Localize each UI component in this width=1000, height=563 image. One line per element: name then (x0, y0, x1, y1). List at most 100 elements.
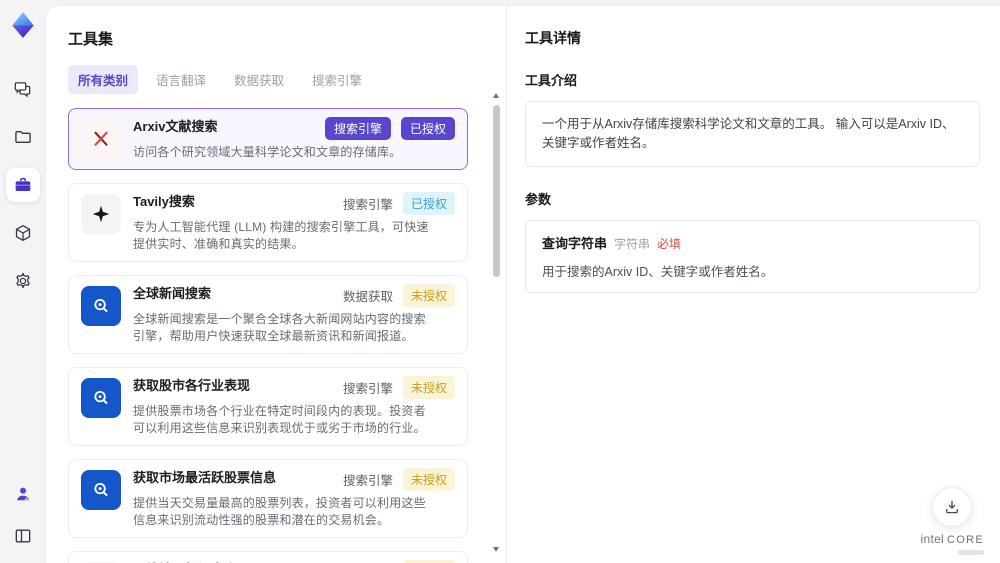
tool-badges: 搜索引擎 已授权 (343, 192, 455, 215)
params-section-label: 参数 (525, 191, 552, 207)
download-icon (943, 498, 961, 516)
auth-badge: 未授权 (402, 284, 455, 307)
detail-title: 工具详情 (525, 30, 581, 46)
tool-badges: 搜索引擎未授权 (343, 468, 455, 491)
param-name: 查询字符串 (542, 235, 608, 251)
tool-description: 访问各个研究领域大量科学论文和文章的存储库。 (133, 145, 402, 159)
tool-card[interactable]: Arxiv文献搜索 搜索引擎 已授权访问各个研究领域大量科学论文和文章的存储库。 (68, 108, 468, 170)
parameter-list: 查询字符串 字符串 必填用于搜索的Arxiv ID、关键字或作者姓名。 (525, 219, 980, 293)
user-icon (13, 484, 33, 504)
tool-name: 获取股市各行业表现 (133, 378, 251, 393)
category-label: 搜索引擎 (342, 198, 393, 212)
tool-name: Arxiv文献搜索 (133, 119, 218, 134)
intel-core-logo: intel CORE (920, 532, 984, 555)
category-label: 搜索引擎 (342, 474, 393, 488)
auth-badge: 未授权 (402, 376, 455, 399)
chat-icon (13, 79, 33, 99)
tab-category-2[interactable]: 数据获取 (224, 65, 294, 94)
tool-list-panel: 工具集 所有类别 语言翻译 数据获取 搜索引擎 Arxiv文献搜索 搜索引擎 已授权 访问各… (46, 6, 506, 563)
auth-badge: 未授权 (402, 468, 455, 491)
cube-icon (13, 223, 33, 243)
tavily-icon (81, 194, 121, 234)
folder-icon (13, 127, 33, 147)
tool-detail-panel: 工具详情 工具介绍 一个用于从Arxiv存储库搜索科学论文和文章的工具。 输入可… (506, 6, 1000, 563)
download-button[interactable] (932, 487, 973, 527)
scroll-down-icon[interactable] (493, 547, 499, 552)
tool-card-body: Tavily搜索 搜索引擎 已授权专为人工智能代理 (LLM) 构建的搜索引擎工具，… (133, 192, 455, 253)
intro-section-label: 工具介绍 (525, 73, 578, 88)
tool-card-header: 全球新闻搜索 数据获取 未授权 (133, 284, 455, 307)
news-icon (81, 470, 121, 510)
list-scrollbar[interactable] (492, 92, 501, 553)
sidebar-item-chat[interactable] (6, 72, 40, 106)
app-logo-icon (8, 10, 38, 40)
brand-core: CORE (947, 534, 984, 546)
panel-icon (13, 526, 33, 546)
tool-description: 提供股票市场各个行业在特定时间段内的表现。投资者可以利用这些信息来识别表现优于或… (133, 404, 426, 435)
main-surface: 工具集 所有类别 语言翻译 数据获取 搜索引擎 Arxiv文献搜索 搜索引擎 已授权 访问各… (46, 6, 1000, 563)
tavily-icon (90, 203, 112, 225)
tab-category-0[interactable]: 所有类别 (68, 65, 139, 94)
category-label: 数据获取 (342, 290, 393, 304)
tool-card[interactable]: 万维地区新闻查询搜索引擎未授权查询具体行政区划内的新闻，快速了解各地新闻动态 (68, 551, 468, 563)
category-badge: 搜索引擎 (324, 117, 391, 140)
arxiv-icon (90, 128, 112, 150)
tool-card[interactable]: 全球新闻搜索 数据获取 未授权全球新闻搜索是一个聚合全球各大新闻网站内容的搜索引擎，… (68, 275, 468, 354)
tool-card-body: 全球新闻搜索 数据获取 未授权全球新闻搜索是一个聚合全球各大新闻网站内容的搜索引擎，… (133, 284, 455, 345)
tool-card[interactable]: 获取市场最活跃股票信息 搜索引擎 未授权提供当天交易量最高的股票列表，投资者可以利用… (68, 459, 468, 538)
category-label: 搜索引擎 (342, 382, 393, 396)
tool-card-header: Arxiv文献搜索 搜索引擎 已授权 (133, 117, 455, 140)
tab-category-1[interactable]: 语言翻译 (146, 65, 216, 94)
tool-badges: 搜索引擎未授权 (343, 376, 455, 399)
sidebar-item-gear[interactable] (6, 264, 40, 298)
tool-card-body: 获取股市各行业表现 搜索引擎 未授权提供股票市场各个行业在特定时间段内的表现。投资者… (133, 376, 455, 437)
tool-badges: 搜索引擎 已授权 (324, 117, 455, 140)
tool-intro-text: 一个用于从Arxiv存储库搜索科学论文和文章的工具。 输入可以是Arxiv ID… (525, 101, 980, 167)
tool-card-header: 获取市场最活跃股票信息 搜索引擎 未授权 (133, 468, 455, 491)
app-window: 工具集 所有类别 语言翻译 数据获取 搜索引擎 Arxiv文献搜索 搜索引擎 已授权 访问各… (0, 0, 1000, 563)
sidebar-item-user[interactable] (6, 477, 40, 511)
news-icon (90, 387, 112, 409)
parameter-item: 查询字符串 字符串 必填用于搜索的Arxiv ID、关键字或作者姓名。 (525, 219, 980, 293)
tab-category-3[interactable]: 搜索引擎 (302, 65, 372, 94)
brand-bar (958, 550, 984, 555)
tool-name: Tavily搜索 (133, 194, 195, 209)
tool-card-body: Arxiv文献搜索 搜索引擎 已授权访问各个研究领域大量科学论文和文章的存储库。 (133, 117, 455, 161)
tool-description: 全球新闻搜索是一个聚合全球各大新闻网站内容的搜索引擎，帮助用户快速获取全球最新资… (133, 312, 426, 343)
news-icon (90, 295, 112, 317)
news-icon (90, 479, 112, 501)
auth-badge: 已授权 (402, 192, 455, 215)
sidebar-item-panel[interactable] (6, 519, 40, 553)
scroll-up-icon[interactable] (493, 93, 499, 98)
sidebar-item-cube[interactable] (6, 216, 40, 250)
param-required-badge: 必填 (657, 236, 682, 251)
brand-intel: intel (920, 532, 945, 546)
param-description: 用于搜索的Arxiv ID、关键字或作者姓名。 (542, 264, 774, 279)
parameter-header: 查询字符串 字符串 必填 (542, 233, 963, 252)
news-icon (81, 378, 121, 418)
briefcase-icon (13, 175, 33, 195)
scrollbar-thumb[interactable] (493, 105, 500, 277)
tool-name: 获取市场最活跃股票信息 (133, 470, 277, 485)
sidebar-item-briefcase[interactable] (6, 168, 40, 202)
tool-card[interactable]: 获取股市各行业表现 搜索引擎 未授权提供股票市场各个行业在特定时间段内的表现。投资者… (68, 367, 468, 446)
auth-badge: 已授权 (400, 117, 455, 140)
param-type: 字符串 (614, 236, 651, 251)
page-title: 工具集 (68, 31, 114, 48)
tool-card-header: Tavily搜索 搜索引擎 已授权 (133, 192, 455, 215)
footer-actions: intel CORE (920, 487, 984, 555)
tool-card-body: 获取市场最活跃股票信息 搜索引擎 未授权提供当天交易量最高的股票列表，投资者可以利用… (133, 468, 455, 529)
sidebar-item-folder[interactable] (6, 120, 40, 154)
arxiv-icon (81, 119, 121, 159)
news-icon (81, 286, 121, 326)
gear-icon (13, 271, 33, 291)
tool-name: 全球新闻搜索 (133, 286, 212, 301)
tool-list: Arxiv文献搜索 搜索引擎 已授权 访问各个研究领域大量科学论文和文章的存储库。 Ta… (68, 108, 480, 563)
sidebar (0, 0, 46, 563)
category-tabs: 所有类别 语言翻译 数据获取 搜索引擎 (68, 65, 480, 94)
tool-description: 提供当天交易量最高的股票列表，投资者可以利用这些信息来识别流动性强的股票和潜在的… (133, 496, 426, 527)
tool-badges: 数据获取 未授权 (343, 284, 455, 307)
tool-card[interactable]: Tavily搜索 搜索引擎 已授权专为人工智能代理 (LLM) 构建的搜索引擎工具，… (68, 183, 468, 262)
tool-description: 专为人工智能代理 (LLM) 构建的搜索引擎工具，可快速提供实时、准确和真实的结… (133, 220, 429, 251)
tool-card-header: 获取股市各行业表现 搜索引擎 未授权 (133, 376, 455, 399)
